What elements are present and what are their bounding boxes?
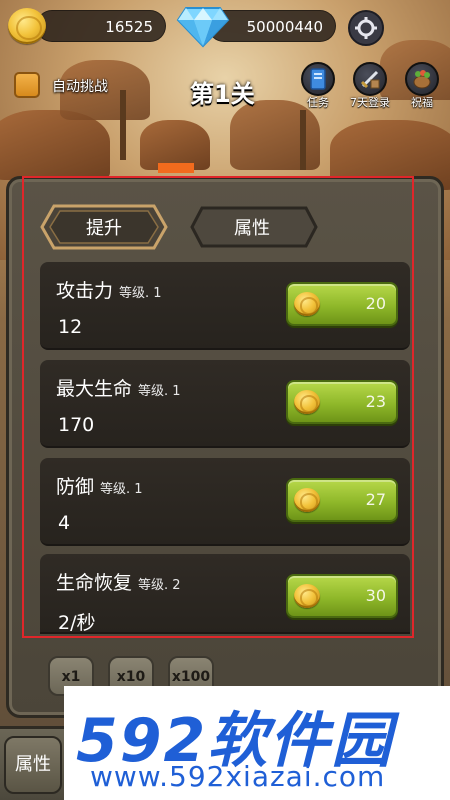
stat-card-hp-regen: 生命恢复 等级. 2 2/秒 30 <box>40 554 410 634</box>
book-icon <box>310 68 326 90</box>
stat-level: 等级. 2 <box>138 578 181 593</box>
seven-day-login-label: 7天登录 <box>350 96 390 109</box>
stat-name: 最大生命 <box>56 378 133 400</box>
upgrade-cost: 23 <box>365 392 386 411</box>
upgrade-max-hp-button[interactable]: 23 <box>286 380 398 424</box>
stat-value: 2/秒 <box>58 612 96 634</box>
stat-name: 防御 <box>56 476 95 498</box>
watermark-url: www.592xiazai.com <box>90 760 386 793</box>
auto-battle-checkbox[interactable] <box>14 72 40 98</box>
auto-battle-label: 自动挑战 <box>52 79 108 95</box>
upgrade-cost: 30 <box>365 586 386 605</box>
bottom-tab-attributes[interactable]: 属性 <box>4 736 62 794</box>
stat-name: 生命恢复 <box>56 572 133 594</box>
diamond-amount: 50000440 <box>246 18 323 36</box>
settings-button[interactable] <box>348 10 384 46</box>
gold-coin-icon <box>294 488 320 512</box>
upgrade-defense-button[interactable]: 27 <box>286 478 398 522</box>
blessing-pot-icon <box>413 70 431 89</box>
sword-icon <box>360 70 380 89</box>
stage-title: 第1关 <box>190 80 255 108</box>
blessing-button[interactable]: 祝福 <box>400 62 444 110</box>
stat-level: 等级. 1 <box>138 384 181 399</box>
stat-name: 攻击力 <box>56 280 114 302</box>
stat-value: 170 <box>58 414 95 436</box>
tab-upgrade-label: 提升 <box>86 218 122 239</box>
gear-icon <box>355 17 377 39</box>
upgrade-hp-regen-button[interactable]: 30 <box>286 574 398 618</box>
upgrade-attack-button[interactable]: 20 <box>286 282 398 326</box>
gold-amount: 16525 <box>105 18 153 36</box>
stat-card-defense: 防御 等级. 1 4 27 <box>40 458 410 546</box>
stat-value: 4 <box>58 512 71 534</box>
resource-bar: 16525 50000440 <box>0 0 450 56</box>
stat-card-attack: 攻击力 等级. 1 12 20 <box>40 262 410 350</box>
quest-label: 任务 <box>307 96 329 109</box>
gold-coin-icon <box>8 8 46 44</box>
quest-button[interactable]: 任务 <box>296 62 340 110</box>
gold-coin-icon <box>294 292 320 316</box>
gold-counter: 16525 <box>36 10 166 42</box>
stat-level: 等级. 1 <box>100 482 143 497</box>
tab-attributes-label: 属性 <box>234 218 270 239</box>
gold-coin-icon <box>294 584 320 608</box>
orange-indicator <box>158 163 194 173</box>
stat-value: 12 <box>58 316 83 338</box>
blessing-label: 祝福 <box>411 96 433 109</box>
upgrade-cost: 20 <box>365 294 386 313</box>
stat-card-max-hp: 最大生命 等级. 1 170 23 <box>40 360 410 448</box>
stat-level: 等级. 1 <box>119 286 162 301</box>
tab-attributes[interactable]: 属性 <box>188 204 318 250</box>
gold-coin-icon <box>294 390 320 414</box>
tab-upgrade[interactable]: 提升 <box>40 204 168 250</box>
upgrade-cost: 27 <box>365 490 386 509</box>
seven-day-login-button[interactable]: 7天登录 <box>348 62 392 110</box>
diamond-icon <box>176 7 230 48</box>
